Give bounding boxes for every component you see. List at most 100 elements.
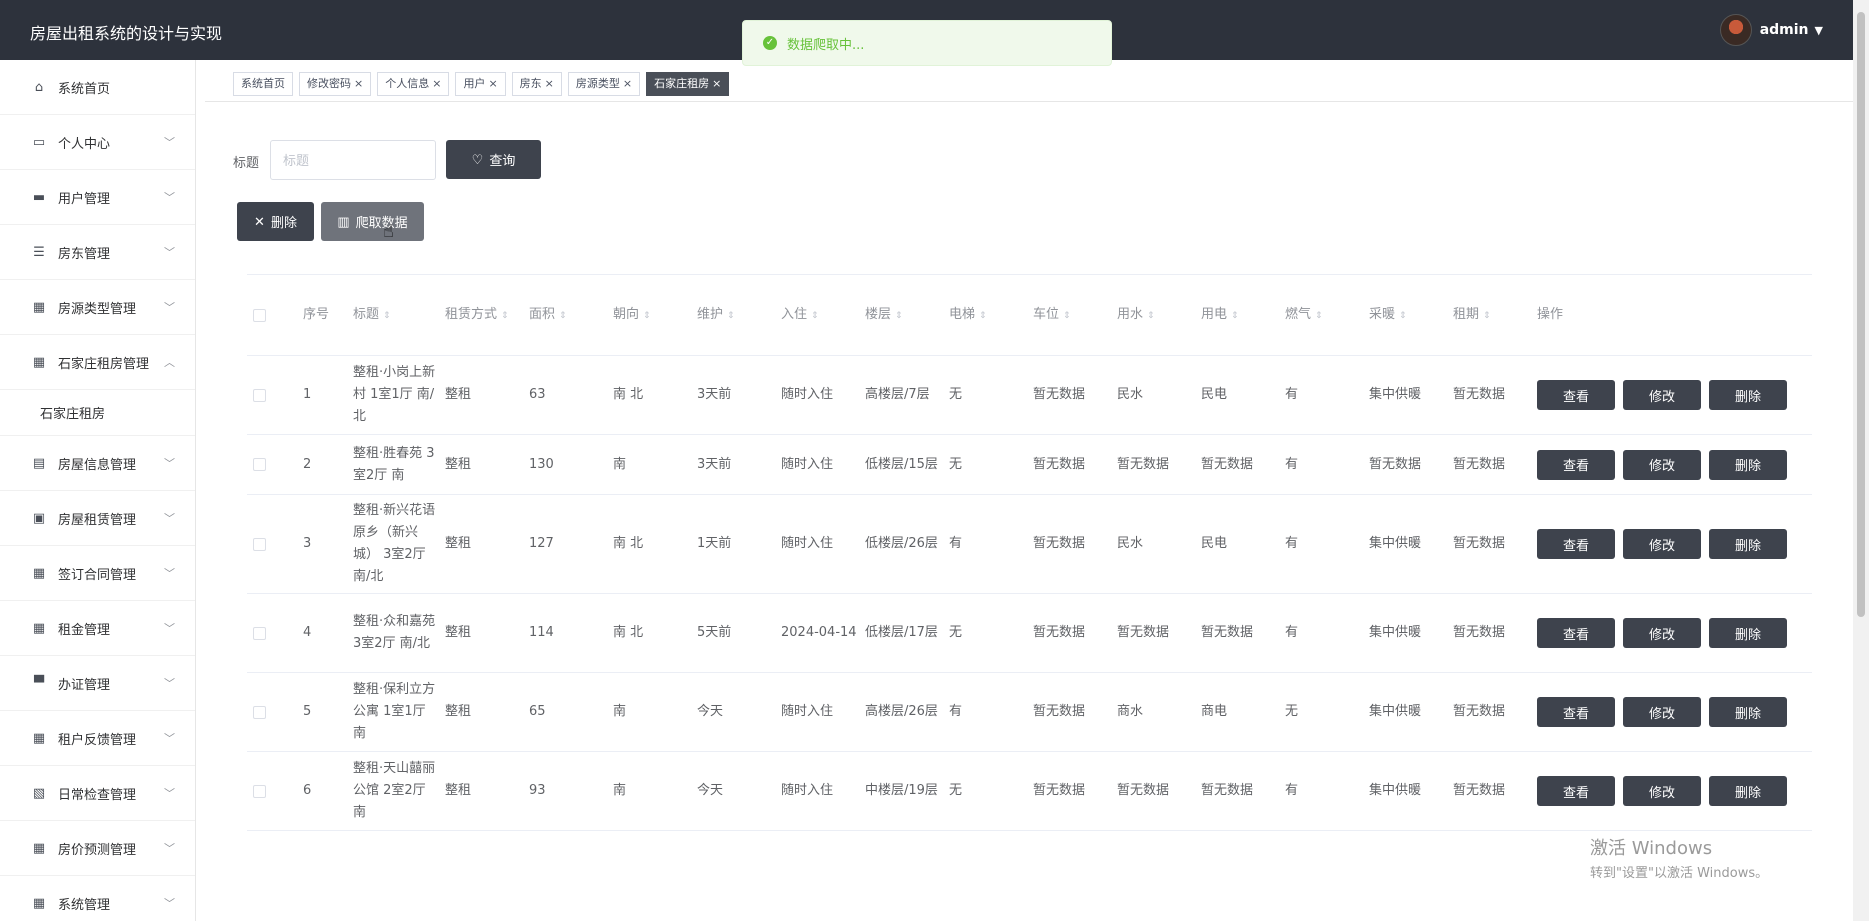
sort-icon[interactable]: ⇕	[501, 311, 509, 321]
sort-icon[interactable]: ⇕	[727, 311, 735, 321]
tab-close-icon[interactable]: ×	[432, 73, 441, 95]
tab-close-icon[interactable]: ×	[545, 73, 554, 95]
edit-button[interactable]: 修改	[1623, 697, 1701, 727]
tab[interactable]: 个人信息 ×	[377, 72, 450, 96]
column-header[interactable]: 用水 ⇕	[1111, 304, 1195, 327]
table-cell: 暂无数据	[1369, 456, 1422, 472]
sidebar-item[interactable]: ▬ 用户管理 ﹀	[0, 170, 195, 225]
tab[interactable]: 房源类型 ×	[567, 72, 641, 96]
sidebar-item[interactable]: ☰ 房东管理 ﹀	[0, 225, 195, 280]
tab[interactable]: 系统首页	[233, 72, 293, 96]
delete-button[interactable]: 删除	[1709, 776, 1787, 806]
sort-icon[interactable]: ⇕	[1063, 311, 1071, 321]
row-checkbox[interactable]	[247, 784, 297, 798]
tab-close-icon[interactable]: ×	[712, 73, 721, 95]
column-header[interactable]: 朝向 ⇕	[607, 304, 691, 327]
view-button[interactable]: 查看	[1537, 697, 1615, 727]
column-header[interactable]: 楼层 ⇕	[859, 304, 943, 327]
column-header[interactable]: 租期 ⇕	[1447, 304, 1531, 327]
sort-icon[interactable]: ⇕	[383, 311, 391, 321]
sidebar-item[interactable]: ▦ 租金管理 ﹀	[0, 601, 195, 656]
tab[interactable]: 石家庄租房 ×	[646, 72, 730, 96]
sidebar-item[interactable]: ▀ 办证管理 ﹀	[0, 656, 195, 711]
sidebar-item[interactable]: ▤ 房屋信息管理 ﹀	[0, 436, 195, 491]
column-header[interactable]: 维护 ⇕	[691, 304, 775, 327]
column-header[interactable]: 租赁方式 ⇕	[439, 304, 523, 327]
page-scrollbar[interactable]	[1853, 0, 1869, 921]
query-button[interactable]: ♡ 查询	[446, 140, 541, 179]
sort-icon[interactable]: ⇕	[643, 311, 651, 321]
view-button[interactable]: 查看	[1537, 776, 1615, 806]
row-checkbox[interactable]	[247, 705, 297, 719]
sidebar-item[interactable]: ▣ 房屋租赁管理 ﹀	[0, 491, 195, 546]
scrollbar-thumb[interactable]	[1857, 12, 1865, 617]
column-header[interactable]: 入住 ⇕	[775, 304, 859, 327]
sidebar-item[interactable]: ▦ 签订合同管理 ﹀	[0, 546, 195, 601]
view-button[interactable]: 查看	[1537, 529, 1615, 559]
column-header[interactable]: 电梯 ⇕	[943, 304, 1027, 327]
crawl-data-button[interactable]: ▥ 爬取数据	[321, 202, 424, 241]
sidebar-item[interactable]: ▦ 房价预测管理 ﹀	[0, 821, 195, 876]
sidebar-item[interactable]: ▦ 石家庄租房管理 ︿	[0, 335, 195, 390]
sidebar-item[interactable]: ▦ 系统管理 ﹀	[0, 876, 195, 921]
sidebar-item[interactable]: ▭ 个人中心 ﹀	[0, 115, 195, 170]
sort-icon[interactable]: ⇕	[559, 311, 567, 321]
tab-close-icon[interactable]: ×	[623, 73, 632, 95]
windows-watermark: 激活 Windows	[1590, 838, 1713, 859]
table-row: 4 整租·众和嘉苑 3室2厅 南/北 整租 114 南 北 5天前 2024-04-14 低楼…	[247, 594, 1812, 673]
select-all-checkbox[interactable]	[247, 308, 297, 322]
sort-icon[interactable]: ⇕	[1147, 311, 1155, 321]
delete-button[interactable]: 删除	[1709, 618, 1787, 648]
row-checkbox[interactable]	[247, 626, 297, 640]
sidebar-item[interactable]: ▦ 租户反馈管理 ﹀	[0, 711, 195, 766]
column-header[interactable]: 标题 ⇕	[347, 304, 439, 327]
table-cell: 93	[529, 783, 546, 798]
sidebar-item[interactable]: ▧ 日常检查管理 ﹀	[0, 766, 195, 821]
sidebar-item[interactable]: 石家庄租房	[0, 390, 195, 436]
sort-icon[interactable]: ⇕	[1399, 311, 1407, 321]
edit-button[interactable]: 修改	[1623, 529, 1701, 559]
batch-delete-button[interactable]: ✕ 删除	[237, 202, 314, 241]
row-checkbox[interactable]	[247, 537, 297, 551]
edit-button[interactable]: 修改	[1623, 380, 1701, 410]
column-header[interactable]: 用电 ⇕	[1195, 304, 1279, 327]
column-header-label: 标题	[353, 306, 380, 322]
user-menu[interactable]: admin ▼	[1719, 14, 1823, 46]
view-button[interactable]: 查看	[1537, 449, 1615, 480]
delete-button[interactable]: 删除	[1709, 529, 1787, 559]
avatar[interactable]	[1719, 14, 1752, 46]
tab[interactable]: 用户 ×	[455, 72, 506, 96]
view-button[interactable]: 查看	[1537, 618, 1615, 648]
tab-close-icon[interactable]: ×	[488, 73, 497, 95]
tab-close-icon[interactable]: ×	[354, 73, 363, 95]
caret-down-icon[interactable]: ▼	[1815, 24, 1823, 37]
chevron-down-icon: ﹀	[164, 512, 175, 525]
tab[interactable]: 房东 ×	[511, 72, 562, 96]
column-header[interactable]: 燃气 ⇕	[1279, 304, 1363, 327]
username[interactable]: admin	[1760, 22, 1809, 38]
view-button[interactable]: 查看	[1537, 380, 1615, 410]
sort-icon[interactable]: ⇕	[1231, 311, 1239, 321]
sort-icon[interactable]: ⇕	[1315, 311, 1323, 321]
column-header[interactable]: 面积 ⇕	[523, 304, 607, 327]
tab[interactable]: 修改密码 ×	[299, 72, 372, 96]
row-checkbox[interactable]	[247, 458, 297, 471]
delete-button[interactable]: 删除	[1709, 697, 1787, 727]
sort-icon[interactable]: ⇕	[895, 311, 903, 321]
sort-icon[interactable]: ⇕	[979, 311, 987, 321]
home-icon: ⌂	[34, 79, 44, 95]
sidebar-item[interactable]: ▦ 房源类型管理 ﹀	[0, 280, 195, 335]
column-header[interactable]: 车位 ⇕	[1027, 304, 1111, 327]
sidebar-item[interactable]: ⌂ 系统首页	[0, 60, 195, 115]
delete-button[interactable]: 删除	[1709, 380, 1787, 410]
edit-button[interactable]: 修改	[1623, 776, 1701, 806]
sort-icon[interactable]: ⇕	[1483, 311, 1491, 321]
delete-button[interactable]: 删除	[1709, 449, 1787, 480]
sort-icon[interactable]: ⇕	[811, 311, 819, 321]
briefcase-icon: ▤	[32, 455, 46, 471]
edit-button[interactable]: 修改	[1623, 618, 1701, 648]
edit-button[interactable]: 修改	[1623, 449, 1701, 480]
title-search-input[interactable]	[270, 140, 436, 180]
column-header[interactable]: 采暖 ⇕	[1363, 304, 1447, 327]
row-checkbox[interactable]	[247, 388, 297, 402]
